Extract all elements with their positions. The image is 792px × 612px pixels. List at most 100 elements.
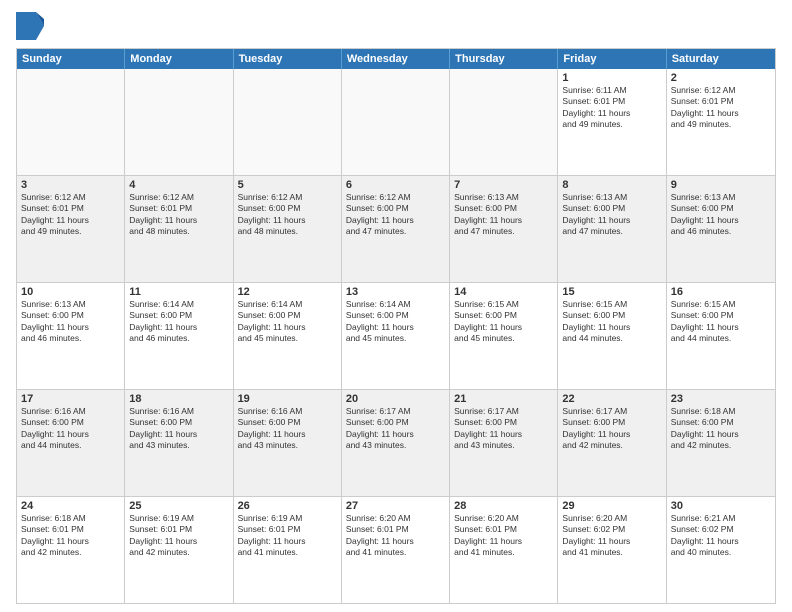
- cell-info: Sunrise: 6:12 AMSunset: 6:00 PMDaylight:…: [238, 192, 337, 238]
- cell-info: Sunrise: 6:14 AMSunset: 6:00 PMDaylight:…: [129, 299, 228, 345]
- day-cell: 10Sunrise: 6:13 AMSunset: 6:00 PMDayligh…: [17, 283, 125, 389]
- cell-info: Sunrise: 6:16 AMSunset: 6:00 PMDaylight:…: [238, 406, 337, 452]
- day-number: 2: [671, 72, 771, 84]
- cell-info: Sunrise: 6:13 AMSunset: 6:00 PMDaylight:…: [454, 192, 553, 238]
- empty-cell: [342, 69, 450, 175]
- cell-info: Sunrise: 6:17 AMSunset: 6:00 PMDaylight:…: [454, 406, 553, 452]
- day-cell: 22Sunrise: 6:17 AMSunset: 6:00 PMDayligh…: [558, 390, 666, 496]
- cell-info: Sunrise: 6:13 AMSunset: 6:00 PMDaylight:…: [21, 299, 120, 345]
- day-number: 4: [129, 179, 228, 191]
- day-number: 8: [562, 179, 661, 191]
- day-cell: 21Sunrise: 6:17 AMSunset: 6:00 PMDayligh…: [450, 390, 558, 496]
- day-number: 29: [562, 500, 661, 512]
- day-cell: 15Sunrise: 6:15 AMSunset: 6:00 PMDayligh…: [558, 283, 666, 389]
- cell-info: Sunrise: 6:17 AMSunset: 6:00 PMDaylight:…: [562, 406, 661, 452]
- calendar-row: 17Sunrise: 6:16 AMSunset: 6:00 PMDayligh…: [17, 390, 775, 497]
- weekday-header: Thursday: [450, 49, 558, 69]
- empty-cell: [234, 69, 342, 175]
- cell-info: Sunrise: 6:13 AMSunset: 6:00 PMDaylight:…: [562, 192, 661, 238]
- cell-info: Sunrise: 6:12 AMSunset: 6:01 PMDaylight:…: [671, 85, 771, 131]
- day-cell: 29Sunrise: 6:20 AMSunset: 6:02 PMDayligh…: [558, 497, 666, 603]
- calendar-row: 1Sunrise: 6:11 AMSunset: 6:01 PMDaylight…: [17, 69, 775, 176]
- cell-info: Sunrise: 6:20 AMSunset: 6:01 PMDaylight:…: [454, 513, 553, 559]
- cell-info: Sunrise: 6:12 AMSunset: 6:00 PMDaylight:…: [346, 192, 445, 238]
- cell-info: Sunrise: 6:16 AMSunset: 6:00 PMDaylight:…: [129, 406, 228, 452]
- day-cell: 2Sunrise: 6:12 AMSunset: 6:01 PMDaylight…: [667, 69, 775, 175]
- day-number: 1: [562, 72, 661, 84]
- weekday-header: Saturday: [667, 49, 775, 69]
- cell-info: Sunrise: 6:19 AMSunset: 6:01 PMDaylight:…: [238, 513, 337, 559]
- day-cell: 6Sunrise: 6:12 AMSunset: 6:00 PMDaylight…: [342, 176, 450, 282]
- day-cell: 20Sunrise: 6:17 AMSunset: 6:00 PMDayligh…: [342, 390, 450, 496]
- day-number: 19: [238, 393, 337, 405]
- day-number: 3: [21, 179, 120, 191]
- cell-info: Sunrise: 6:11 AMSunset: 6:01 PMDaylight:…: [562, 85, 661, 131]
- cell-info: Sunrise: 6:21 AMSunset: 6:02 PMDaylight:…: [671, 513, 771, 559]
- day-number: 17: [21, 393, 120, 405]
- day-cell: 16Sunrise: 6:15 AMSunset: 6:00 PMDayligh…: [667, 283, 775, 389]
- day-cell: 9Sunrise: 6:13 AMSunset: 6:00 PMDaylight…: [667, 176, 775, 282]
- calendar-row: 10Sunrise: 6:13 AMSunset: 6:00 PMDayligh…: [17, 283, 775, 390]
- calendar-row: 24Sunrise: 6:18 AMSunset: 6:01 PMDayligh…: [17, 497, 775, 603]
- day-number: 5: [238, 179, 337, 191]
- day-number: 14: [454, 286, 553, 298]
- weekday-header: Monday: [125, 49, 233, 69]
- cell-info: Sunrise: 6:20 AMSunset: 6:01 PMDaylight:…: [346, 513, 445, 559]
- day-number: 26: [238, 500, 337, 512]
- day-cell: 7Sunrise: 6:13 AMSunset: 6:00 PMDaylight…: [450, 176, 558, 282]
- day-cell: 19Sunrise: 6:16 AMSunset: 6:00 PMDayligh…: [234, 390, 342, 496]
- weekday-header: Friday: [558, 49, 666, 69]
- day-cell: 28Sunrise: 6:20 AMSunset: 6:01 PMDayligh…: [450, 497, 558, 603]
- day-cell: 25Sunrise: 6:19 AMSunset: 6:01 PMDayligh…: [125, 497, 233, 603]
- header: [16, 12, 776, 40]
- day-cell: 26Sunrise: 6:19 AMSunset: 6:01 PMDayligh…: [234, 497, 342, 603]
- day-cell: 3Sunrise: 6:12 AMSunset: 6:01 PMDaylight…: [17, 176, 125, 282]
- cell-info: Sunrise: 6:12 AMSunset: 6:01 PMDaylight:…: [21, 192, 120, 238]
- calendar: SundayMondayTuesdayWednesdayThursdayFrid…: [16, 48, 776, 604]
- day-number: 6: [346, 179, 445, 191]
- day-number: 30: [671, 500, 771, 512]
- day-number: 20: [346, 393, 445, 405]
- day-number: 9: [671, 179, 771, 191]
- cell-info: Sunrise: 6:15 AMSunset: 6:00 PMDaylight:…: [562, 299, 661, 345]
- day-cell: 17Sunrise: 6:16 AMSunset: 6:00 PMDayligh…: [17, 390, 125, 496]
- day-number: 11: [129, 286, 228, 298]
- day-cell: 1Sunrise: 6:11 AMSunset: 6:01 PMDaylight…: [558, 69, 666, 175]
- day-number: 23: [671, 393, 771, 405]
- day-cell: 14Sunrise: 6:15 AMSunset: 6:00 PMDayligh…: [450, 283, 558, 389]
- day-number: 16: [671, 286, 771, 298]
- weekday-header: Tuesday: [234, 49, 342, 69]
- cell-info: Sunrise: 6:12 AMSunset: 6:01 PMDaylight:…: [129, 192, 228, 238]
- calendar-header: SundayMondayTuesdayWednesdayThursdayFrid…: [17, 49, 775, 69]
- day-cell: 5Sunrise: 6:12 AMSunset: 6:00 PMDaylight…: [234, 176, 342, 282]
- day-number: 7: [454, 179, 553, 191]
- cell-info: Sunrise: 6:16 AMSunset: 6:00 PMDaylight:…: [21, 406, 120, 452]
- day-cell: 18Sunrise: 6:16 AMSunset: 6:00 PMDayligh…: [125, 390, 233, 496]
- day-cell: 30Sunrise: 6:21 AMSunset: 6:02 PMDayligh…: [667, 497, 775, 603]
- day-number: 12: [238, 286, 337, 298]
- cell-info: Sunrise: 6:14 AMSunset: 6:00 PMDaylight:…: [238, 299, 337, 345]
- day-cell: 4Sunrise: 6:12 AMSunset: 6:01 PMDaylight…: [125, 176, 233, 282]
- day-number: 10: [21, 286, 120, 298]
- cell-info: Sunrise: 6:20 AMSunset: 6:02 PMDaylight:…: [562, 513, 661, 559]
- day-cell: 23Sunrise: 6:18 AMSunset: 6:00 PMDayligh…: [667, 390, 775, 496]
- cell-info: Sunrise: 6:17 AMSunset: 6:00 PMDaylight:…: [346, 406, 445, 452]
- cell-info: Sunrise: 6:15 AMSunset: 6:00 PMDaylight:…: [671, 299, 771, 345]
- weekday-header: Wednesday: [342, 49, 450, 69]
- cell-info: Sunrise: 6:18 AMSunset: 6:01 PMDaylight:…: [21, 513, 120, 559]
- cell-info: Sunrise: 6:18 AMSunset: 6:00 PMDaylight:…: [671, 406, 771, 452]
- day-number: 28: [454, 500, 553, 512]
- day-cell: 12Sunrise: 6:14 AMSunset: 6:00 PMDayligh…: [234, 283, 342, 389]
- day-number: 24: [21, 500, 120, 512]
- page: SundayMondayTuesdayWednesdayThursdayFrid…: [0, 0, 792, 612]
- day-number: 18: [129, 393, 228, 405]
- logo: [16, 12, 46, 40]
- day-cell: 24Sunrise: 6:18 AMSunset: 6:01 PMDayligh…: [17, 497, 125, 603]
- day-cell: 8Sunrise: 6:13 AMSunset: 6:00 PMDaylight…: [558, 176, 666, 282]
- day-cell: 27Sunrise: 6:20 AMSunset: 6:01 PMDayligh…: [342, 497, 450, 603]
- day-cell: 13Sunrise: 6:14 AMSunset: 6:00 PMDayligh…: [342, 283, 450, 389]
- calendar-row: 3Sunrise: 6:12 AMSunset: 6:01 PMDaylight…: [17, 176, 775, 283]
- calendar-body: 1Sunrise: 6:11 AMSunset: 6:01 PMDaylight…: [17, 69, 775, 603]
- weekday-header: Sunday: [17, 49, 125, 69]
- empty-cell: [17, 69, 125, 175]
